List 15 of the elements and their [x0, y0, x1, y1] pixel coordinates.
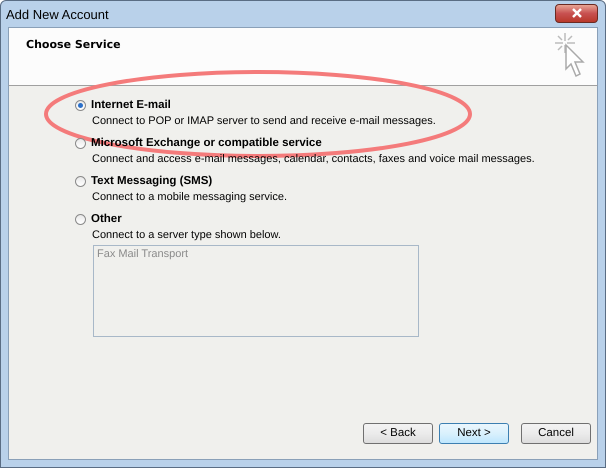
radio-option[interactable]: Text Messaging (SMS) [75, 175, 212, 187]
close-button[interactable] [555, 4, 598, 22]
dialog-button[interactable]: Cancel [521, 422, 591, 444]
page-heading: Choose Service [26, 38, 121, 53]
option-description: Connect to a mobile messaging service. [92, 191, 288, 203]
option-description: Connect to POP or IMAP server to send and receive e-mail messages. [92, 115, 437, 127]
option-description: Connect and access e-mail messages, calendar, contacts, faxes and voice mail messages. [92, 153, 536, 165]
window-title: Add New Account [6, 6, 109, 22]
dialog-button[interactable]: Next > [439, 422, 509, 444]
option-description: Connect to a server type shown below. [92, 229, 282, 241]
dialog-button[interactable]: < Back [363, 422, 433, 444]
radio-option[interactable]: Microsoft Exchange or compatible service [75, 137, 322, 149]
close-icon [570, 8, 584, 18]
radio-option[interactable]: Internet E-mail [75, 99, 171, 111]
radio-option[interactable]: Other [75, 213, 122, 225]
